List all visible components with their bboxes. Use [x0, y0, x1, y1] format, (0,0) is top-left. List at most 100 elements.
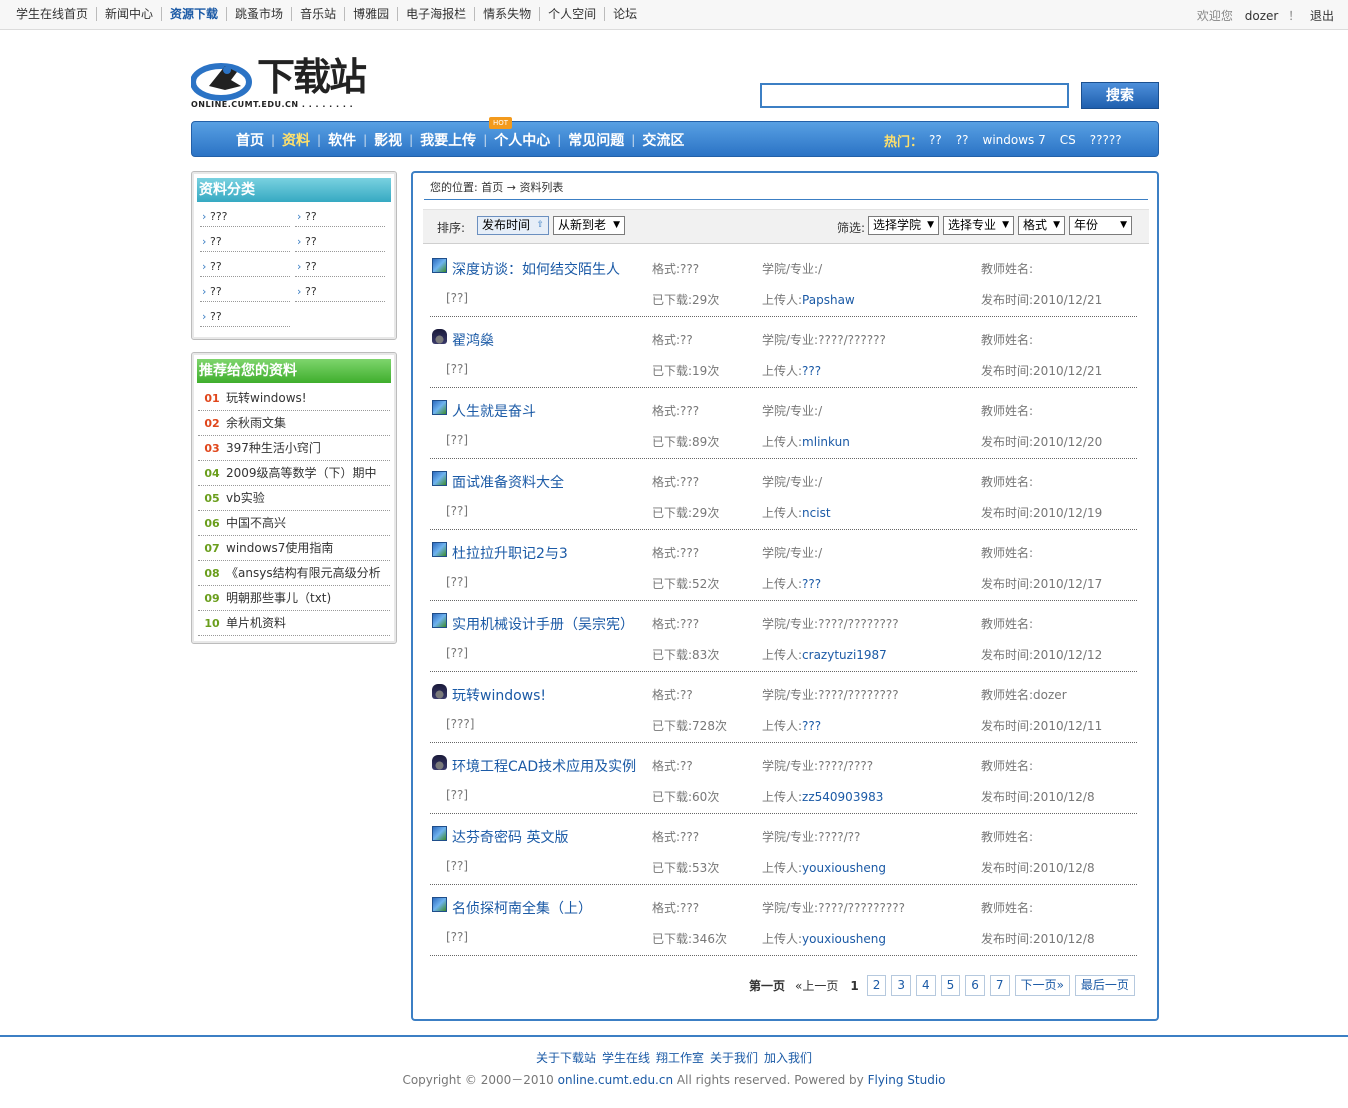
username-link[interactable]: dozer [1245, 9, 1279, 23]
file-uploader-value[interactable]: youxiousheng [802, 932, 886, 946]
top-nav-item[interactable]: 资源下载 [162, 7, 228, 21]
file-title-link[interactable]: 翟鸿燊 [452, 330, 494, 350]
recommend-item[interactable]: 03 397种生活小窍门 [198, 436, 390, 461]
file-uploader-value[interactable]: zz540903983 [802, 790, 883, 804]
recommend-item[interactable]: 01 玩转windows! [198, 386, 390, 411]
hot-link[interactable]: ?? [956, 133, 969, 147]
top-nav-item[interactable]: 音乐站 [292, 7, 346, 21]
recommend-item[interactable]: 09 明朝那些事儿（txt) [198, 586, 390, 611]
file-uploader-value[interactable]: ncist [802, 506, 831, 520]
top-nav-item[interactable]: 个人空间 [540, 7, 606, 21]
footer-link[interactable]: 学生在线 [602, 1051, 650, 1065]
filter-select[interactable]: 格式 ▼ [1018, 216, 1065, 235]
category-item[interactable]: ?? [295, 282, 385, 302]
page-number-button[interactable]: 7 [989, 975, 1010, 996]
top-nav-item[interactable]: 电子海报栏 [398, 7, 476, 21]
recommend-item[interactable]: 05 vb实验 [198, 486, 390, 511]
footer-link[interactable]: 关于下载站 [536, 1051, 596, 1065]
category-item[interactable]: ?? [295, 207, 385, 227]
page-number-button[interactable]: 6 [965, 975, 985, 996]
main-nav-item[interactable]: 常见问题 [561, 130, 631, 150]
hot-link[interactable]: ?? [929, 133, 942, 147]
top-nav-item[interactable]: 博雅园 [345, 7, 399, 21]
file-uploader-value[interactable]: crazytuzi1987 [802, 648, 887, 662]
top-nav-item[interactable]: 学生在线首页 [8, 7, 98, 21]
file-uploader-value[interactable]: youxiousheng [802, 861, 886, 875]
footer-link[interactable]: 关于我们 [710, 1051, 758, 1065]
site-link[interactable]: online.cumt.edu.cn [558, 1073, 673, 1087]
hot-link[interactable]: CS [1060, 133, 1076, 147]
sort-order-value: 从新到老 [558, 218, 607, 232]
file-teacher: 教师姓名: [981, 544, 1033, 561]
first-page-link[interactable]: 第一页 [749, 977, 785, 994]
breadcrumb-home[interactable]: 首页 [481, 181, 503, 194]
hot-badge: HOT [489, 117, 512, 129]
prev-page-link[interactable]: «上一页 [795, 977, 838, 994]
category-item[interactable]: ?? [200, 232, 290, 252]
recommend-item[interactable]: 02 余秋雨文集 [198, 411, 390, 436]
sort-order-select[interactable]: 从新到老 ▼ [553, 216, 625, 235]
search-input[interactable] [760, 83, 1069, 108]
page-number-button[interactable]: 5 [940, 975, 961, 996]
top-nav-item[interactable]: 新闻中心 [97, 7, 163, 21]
file-title-link[interactable]: 杜拉拉升职记2与3 [452, 543, 568, 563]
file-uploader-value[interactable]: Papshaw [802, 293, 855, 307]
file-title-link[interactable]: 达芬奇密码 英文版 [452, 827, 568, 847]
main-nav-item[interactable]: 影视 [367, 130, 409, 150]
category-item[interactable]: ?? [295, 257, 385, 277]
file-title-link[interactable]: 实用机械设计手册（吴宗宪） [452, 614, 634, 634]
file-title-link[interactable]: 人生就是奋斗 [452, 401, 536, 421]
page-number-button[interactable]: 2 [866, 975, 887, 996]
filter-select[interactable]: 选择学院 ▼ [868, 216, 939, 235]
recommend-item[interactable]: 06 中国不高兴 [198, 511, 390, 536]
logout-link[interactable]: 退出 [1310, 9, 1334, 23]
search-button[interactable]: 搜索 [1081, 82, 1159, 109]
file-title-link[interactable]: 环境工程CAD技术应用及实例 [452, 756, 636, 776]
footer-link[interactable]: 翔工作室 [656, 1051, 704, 1065]
main-nav-item[interactable]: 首页 [228, 130, 271, 150]
file-uploader-value[interactable]: ??? [802, 364, 821, 378]
file-title-link[interactable]: 面试准备资料大全 [452, 472, 564, 492]
main-nav-item[interactable]: 资料 [275, 130, 317, 150]
hot-link[interactable]: windows 7 [983, 133, 1046, 147]
file-title-link[interactable]: 深度访谈：如何结交陌生人 [452, 259, 620, 279]
top-nav-item[interactable]: 情系失物 [475, 7, 541, 21]
recommend-item[interactable]: 04 2009级高等数学（下）期中 [198, 461, 390, 486]
main-nav-item[interactable]: 我要上传 [413, 130, 483, 150]
file-teacher: 教师姓名: [981, 899, 1033, 916]
file-category-tag: [??] [446, 646, 469, 660]
filter-select[interactable]: 年份 ▼ [1069, 216, 1132, 235]
recommend-item[interactable]: 07 windows7使用指南 [198, 536, 390, 561]
sort-field-button[interactable]: 发布时间 ⇧ [477, 216, 549, 235]
recommend-item[interactable]: 10 单片机资料 [198, 611, 390, 636]
top-nav-item[interactable]: 论坛 [605, 7, 645, 21]
file-uploader-value[interactable]: ??? [802, 719, 821, 733]
next-page-button[interactable]: 下一页» [1014, 975, 1070, 996]
file-uploader-value[interactable]: ??? [802, 577, 821, 591]
footer-link[interactable]: 加入我们 [764, 1051, 812, 1065]
main-nav-item[interactable]: 个人中心 [487, 130, 557, 150]
top-nav-item[interactable]: 跳蚤市场 [227, 7, 293, 21]
category-item[interactable]: ?? [200, 257, 290, 277]
file-college: 学院/专业:????/?? [762, 828, 860, 845]
file-downloads-suffix: 次 [714, 719, 727, 733]
main-nav-item[interactable]: 交流区 [635, 130, 691, 150]
last-page-button[interactable]: 最后一页 [1074, 975, 1135, 996]
file-uploader-value[interactable]: mlinkun [802, 435, 850, 449]
category-item[interactable]: ??? [200, 207, 290, 227]
category-item[interactable]: ?? [295, 232, 385, 252]
file-title-link[interactable]: 名侦探柯南全集（上） [452, 898, 592, 918]
page-number-button[interactable]: 4 [916, 975, 936, 996]
filter-select[interactable]: 选择专业 ▼ [943, 216, 1014, 235]
category-item[interactable]: ?? [200, 282, 290, 302]
category-item[interactable]: ?? [200, 307, 290, 327]
hot-link[interactable]: ????? [1090, 133, 1122, 147]
studio-link[interactable]: Flying Studio [868, 1073, 946, 1087]
page-number-button[interactable]: 3 [891, 975, 911, 996]
main-nav-item[interactable]: 软件 [321, 130, 363, 150]
recommend-item[interactable]: 08 《ansys结构有限元高级分析 [198, 561, 390, 586]
rank-number: 03 [204, 442, 220, 455]
site-logo[interactable]: 下载站 ONLINE.CUMT.EDU.CN . . . . . . . . [191, 52, 381, 110]
chevron-down-icon: ▼ [613, 220, 620, 230]
file-title-link[interactable]: 玩转windows! [452, 685, 546, 705]
